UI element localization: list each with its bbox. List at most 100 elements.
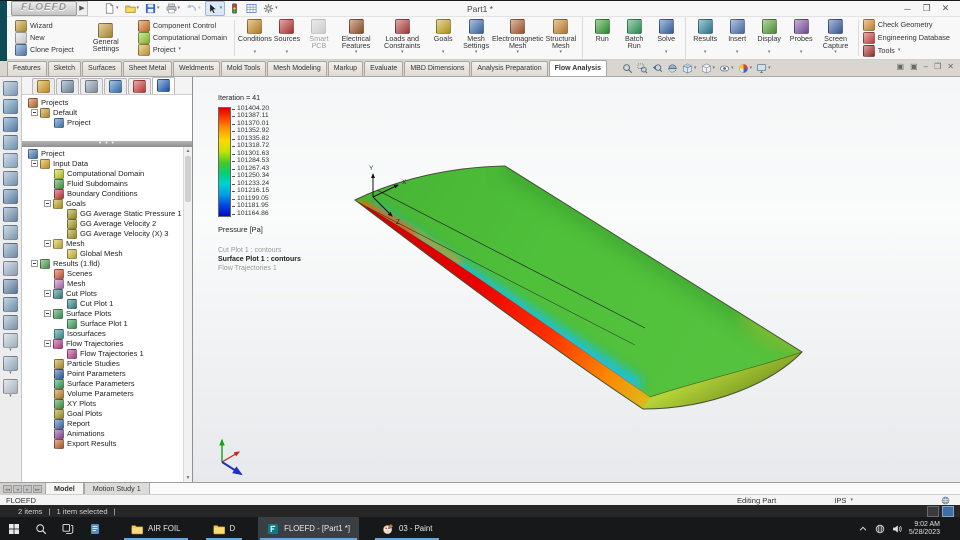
tree-item[interactable]: GG Average Velocity (X) 3 — [22, 228, 192, 239]
taskbar-app[interactable]: 03 - Paint — [373, 517, 441, 540]
legend-plot-entry[interactable]: Surface Plot 1 : contours — [218, 255, 301, 264]
command-tab[interactable]: MBD Dimensions — [404, 60, 471, 76]
dropdown-caret-icon[interactable]: ▾ — [355, 50, 358, 55]
tree-expander-icon[interactable] — [44, 200, 51, 208]
tray-speaker-icon[interactable] — [892, 524, 902, 534]
doc-minimize-icon[interactable]: – — [924, 62, 928, 71]
tree-item[interactable]: Point Parameters — [22, 368, 192, 379]
tree-item[interactable]: Project — [22, 117, 192, 128]
tree-item[interactable]: Cut Plots — [22, 288, 192, 299]
tray-network-icon[interactable] — [875, 524, 885, 534]
ribbon-large-button[interactable]: Goals ▾ — [427, 17, 459, 59]
dropdown-caret-icon[interactable]: ▾ — [665, 50, 668, 55]
scroll-up-icon[interactable]: ▲ — [184, 147, 192, 155]
airfoil-model[interactable] — [354, 165, 822, 410]
sidebar-tool-button[interactable] — [3, 314, 18, 330]
feature-manager-tab[interactable] — [32, 77, 55, 94]
logo-flyout-icon[interactable]: ▶ — [77, 1, 88, 16]
dropdown-caret-icon[interactable]: ▾ — [800, 50, 803, 55]
tree-expander-icon[interactable] — [44, 240, 51, 248]
first-tab-icon[interactable]: ◂◂ — [3, 484, 12, 493]
minimize-icon[interactable]: ─ — [899, 4, 916, 14]
dropdown-caret-icon[interactable]: ▾ — [694, 65, 697, 71]
sidebar-tool-button[interactable] — [3, 260, 18, 276]
sidebar-tool-button[interactable] — [3, 188, 18, 204]
command-tab[interactable]: Sheet Metal — [122, 60, 173, 76]
tree-item[interactable]: Volume Parameters — [22, 388, 192, 399]
ribbon-large-button[interactable]: Display ▾ — [753, 17, 785, 59]
dropdown-caret-icon[interactable]: ▾ — [9, 393, 12, 399]
dropdown-caret-icon[interactable]: ▾ — [560, 50, 563, 55]
feature-manager-tab[interactable] — [152, 76, 175, 94]
dropdown-caret-icon[interactable]: ▾ — [198, 6, 201, 11]
doc-restore-icon[interactable]: ❐ — [934, 62, 941, 71]
ribbon-small-button[interactable]: Clone Project — [15, 43, 74, 56]
task-view-button[interactable] — [54, 517, 81, 540]
tree-item[interactable]: Fluid Subdomains — [22, 178, 192, 189]
taskbar-app[interactable]: FLOEFD - [Part1 *] — [258, 517, 359, 540]
tree-item[interactable]: Flow Trajectories 1 — [22, 348, 192, 359]
tree-scrollbar[interactable]: ▲ ▼ — [183, 146, 192, 483]
command-tab[interactable]: Markup — [327, 60, 364, 76]
tree-expander-icon[interactable] — [31, 260, 38, 268]
ribbon-large-button[interactable]: Insert ▾ — [721, 17, 753, 59]
quick-access-button[interactable]: ▾ — [102, 2, 121, 15]
quick-access-button[interactable]: ▾ — [184, 2, 203, 15]
sidebar-tool-button[interactable] — [3, 80, 18, 96]
units-caret-icon[interactable]: ▾ — [850, 497, 853, 503]
dropdown-caret-icon[interactable]: ▾ — [275, 6, 278, 11]
quick-access-button[interactable]: ▾ — [143, 2, 162, 15]
dropdown-caret-icon[interactable]: ▾ — [9, 347, 12, 353]
scrollbar-thumb[interactable] — [185, 155, 191, 202]
dropdown-caret-icon[interactable]: ▾ — [179, 47, 182, 52]
tree-item[interactable]: Projects — [22, 97, 192, 108]
search-button[interactable] — [27, 517, 54, 540]
tree-item[interactable]: Particle Studies — [22, 358, 192, 369]
doc-new-window-icon[interactable]: ▣ — [897, 62, 905, 71]
tree-item[interactable]: Goals — [22, 198, 192, 209]
ribbon-small-button[interactable]: Tools ▾ — [862, 44, 950, 57]
dropdown-caret-icon[interactable]: ▾ — [116, 6, 119, 11]
dropdown-caret-icon[interactable]: ▾ — [516, 50, 519, 55]
command-tab[interactable]: Analysis Preparation — [471, 60, 548, 76]
ribbon-large-button[interactable]: Sources ▾ — [271, 17, 303, 59]
ribbon-large-button[interactable]: Structural Mesh ▾ — [542, 17, 579, 59]
start-button[interactable] — [0, 517, 27, 540]
ribbon-large-button[interactable]: Loads and Constraints ▾ — [377, 17, 427, 59]
tree-item[interactable]: Animations — [22, 428, 192, 439]
dropdown-caret-icon[interactable]: ▾ — [137, 6, 140, 11]
sidebar-tool-button[interactable] — [3, 116, 18, 132]
view-tool-button[interactable]: ▾ — [682, 63, 697, 74]
quick-access-button[interactable]: ▾ — [204, 1, 226, 16]
quick-access-button[interactable] — [227, 2, 242, 15]
view-tool-button[interactable] — [637, 63, 648, 74]
tree-expander-icon[interactable] — [31, 109, 38, 117]
sidebar-tool-button[interactable] — [3, 242, 18, 258]
tree-item[interactable]: Project — [22, 148, 192, 159]
tree-item[interactable]: XY Plots — [22, 398, 192, 409]
doc-tile-icon[interactable]: ▣ — [910, 62, 918, 71]
quick-access-button[interactable]: ▾ — [123, 2, 142, 15]
ribbon-small-button[interactable]: Component Control — [137, 19, 227, 32]
thumbnail-view-icon[interactable] — [942, 505, 954, 517]
sidebar-tool-button[interactable]: ▾ — [3, 332, 18, 353]
sidebar-tool-button[interactable] — [3, 134, 18, 150]
tree-item[interactable]: Scenes — [22, 268, 192, 279]
tree-item[interactable]: Flow Trajectories — [22, 338, 192, 349]
command-tab[interactable]: Mesh Modeling — [267, 60, 327, 76]
doc-close-icon[interactable]: ✕ — [947, 62, 954, 71]
ribbon-large-button[interactable]: Smart PCB — [303, 17, 335, 59]
sidebar-tool-button[interactable] — [3, 152, 18, 168]
ribbon-small-button[interactable]: Project ▾ — [137, 43, 227, 56]
tree-expander-icon[interactable] — [44, 340, 51, 348]
dropdown-caret-icon[interactable]: ▾ — [736, 50, 739, 55]
view-tool-button[interactable] — [667, 63, 678, 74]
tree-item[interactable]: Report — [22, 418, 192, 429]
tree-item[interactable]: Surface Parameters — [22, 378, 192, 389]
model-tab[interactable]: Model — [45, 483, 84, 495]
tree-item[interactable]: Surface Plot 1 — [22, 318, 192, 329]
ribbon-large-button[interactable]: Conditions ▾ — [238, 17, 272, 59]
dropdown-caret-icon[interactable]: ▾ — [750, 65, 753, 71]
dropdown-caret-icon[interactable]: ▾ — [442, 50, 445, 55]
dropdown-caret-icon[interactable]: ▾ — [178, 6, 181, 11]
